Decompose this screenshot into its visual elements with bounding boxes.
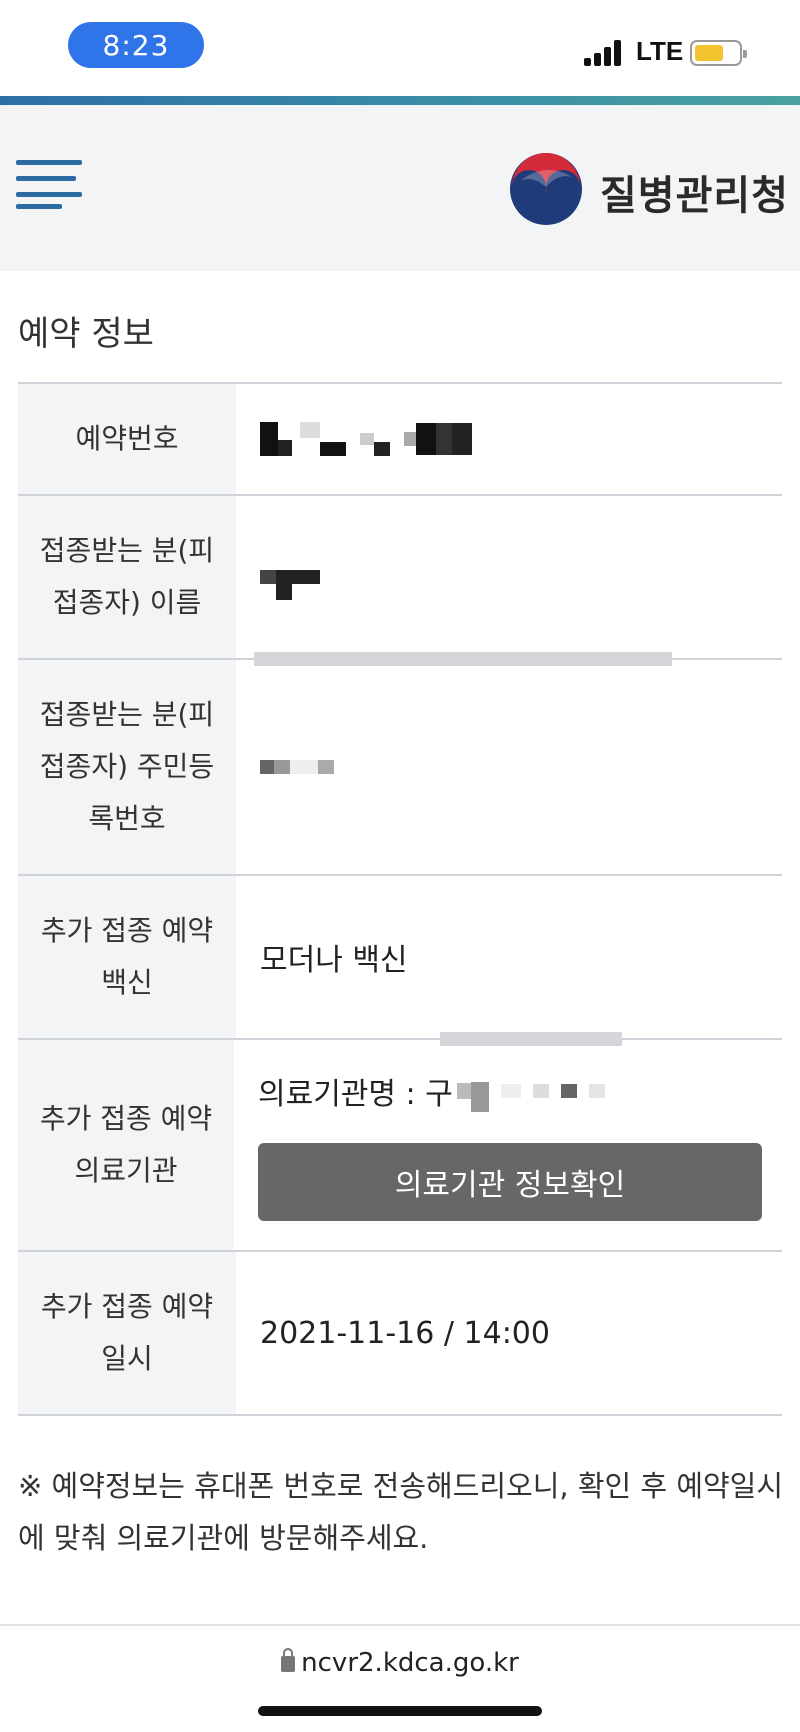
name-value	[236, 496, 782, 658]
resident-id-value	[236, 660, 782, 874]
browser-bottom-bar: ncvr2.kdca.go.kr	[0, 1624, 800, 1732]
reservation-info-table: 예약번호 접종받는 분(피접종자) 이름 접종받는 분(피접종자) 주민등록번호…	[18, 382, 782, 1416]
url-text: ncvr2.kdca.go.kr	[301, 1648, 519, 1678]
vaccine-label: 추가 접종 예약 백신	[18, 876, 236, 1038]
facility-info-button[interactable]: 의료기관 정보확인	[258, 1143, 762, 1221]
address-bar[interactable]: ncvr2.kdca.go.kr	[0, 1648, 800, 1678]
redacted-reservation-number	[260, 422, 762, 456]
vaccine-value: 모더나 백신	[260, 943, 408, 978]
kdca-logo-icon[interactable]	[508, 151, 584, 227]
site-header: 질병관리청	[0, 105, 800, 271]
menu-icon[interactable]	[16, 160, 84, 210]
vaccine-row: 추가 접종 예약 백신 모더나 백신	[18, 876, 782, 1040]
notice-text: ※ 예약정보는 휴대폰 번호로 전송해드리오니, 확인 후 예약일시에 맞춰 의…	[18, 1469, 784, 1555]
redacted-name	[260, 554, 762, 600]
reservation-number-label: 예약번호	[18, 384, 236, 494]
header-accent-line	[0, 96, 800, 105]
resident-id-row: 접종받는 분(피접종자) 주민등록번호	[18, 660, 782, 876]
datetime-label: 추가 접종 예약 일시	[18, 1252, 236, 1414]
brand-name: 질병관리청	[600, 173, 789, 219]
overlay-strip	[254, 652, 672, 666]
facility-name-line: 의료기관명 : 구	[258, 1069, 762, 1113]
facility-value: 의료기관명 : 구 의료기관 정보확인	[234, 1040, 782, 1250]
home-indicator[interactable]	[258, 1706, 542, 1716]
facility-name-prefix: 의료기관명 : 구	[258, 1077, 453, 1112]
reservation-number-row: 예약번호	[18, 384, 782, 496]
reservation-number-value	[236, 384, 782, 494]
overlay-strip	[440, 1032, 622, 1046]
name-row: 접종받는 분(피접종자) 이름	[18, 496, 782, 660]
status-bar: 8:23 LTE	[0, 0, 800, 96]
name-label: 접종받는 분(피접종자) 이름	[18, 496, 236, 658]
network-type: LTE	[636, 36, 684, 66]
facility-label: 추가 접종 예약 의료기관	[18, 1040, 234, 1250]
status-time: 8:23	[68, 22, 204, 68]
datetime-value: 2021-11-16 / 14:00	[260, 1315, 550, 1351]
facility-row: 추가 접종 예약 의료기관 의료기관명 : 구 의료기관 정보확인	[18, 1040, 782, 1252]
battery-icon	[690, 40, 747, 66]
redacted-resident-id	[260, 760, 762, 774]
redacted-facility-name	[456, 1070, 605, 1112]
signal-icon	[584, 40, 626, 66]
lock-icon	[281, 1648, 296, 1672]
resident-id-label: 접종받는 분(피접종자) 주민등록번호	[18, 660, 236, 874]
page-title: 예약 정보	[18, 314, 154, 354]
datetime-row: 추가 접종 예약 일시 2021-11-16 / 14:00	[18, 1252, 782, 1416]
